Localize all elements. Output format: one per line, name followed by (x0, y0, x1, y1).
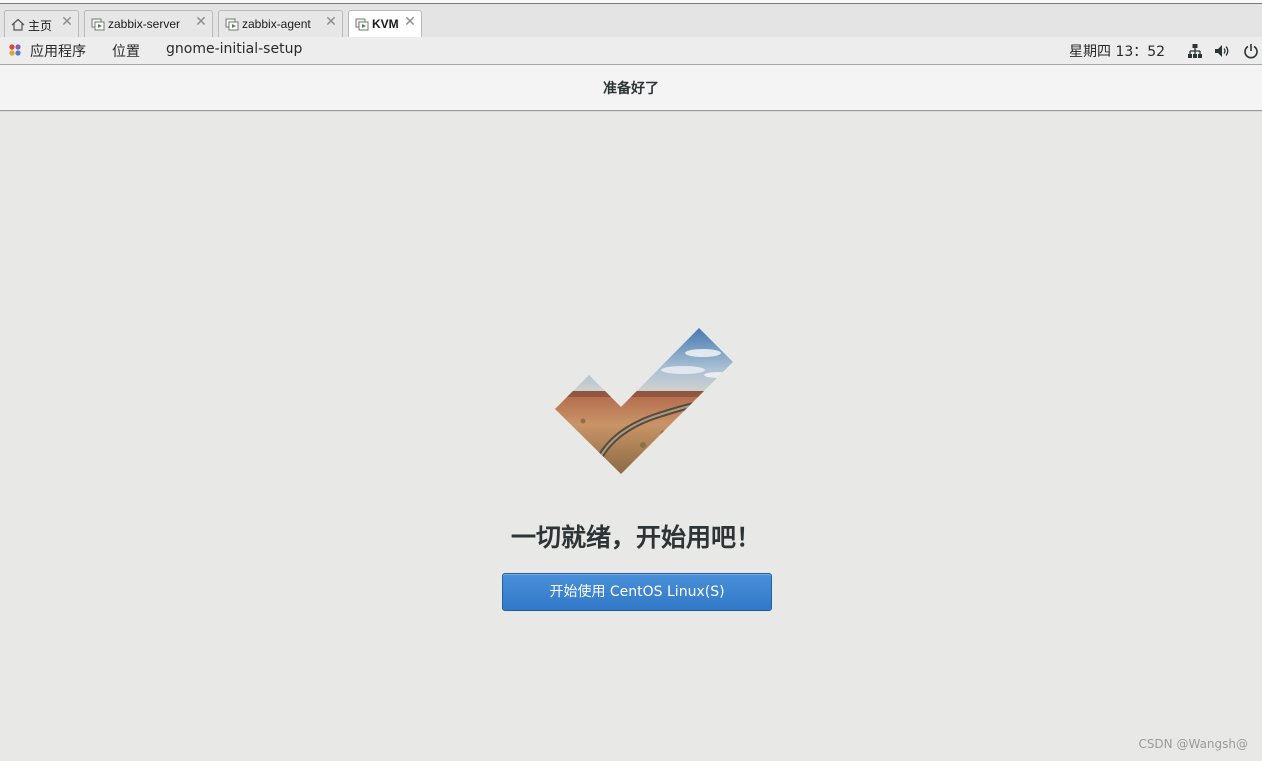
tab-zabbix-server[interactable]: zabbix-server ✕ (84, 10, 213, 37)
vm-icon (225, 18, 239, 31)
close-icon[interactable]: ✕ (324, 14, 338, 30)
tab-label: zabbix-agent (242, 17, 311, 31)
tab-label: 主页 (28, 19, 53, 33)
places-menu[interactable]: 位置 (112, 41, 140, 61)
close-icon[interactable]: ✕ (194, 14, 208, 30)
gnome-foot-icon (9, 44, 21, 56)
tab-home[interactable]: 主页 ✕ (4, 10, 79, 37)
start-using-button[interactable]: 开始使用 CentOS Linux(S) (502, 573, 772, 611)
volume-icon[interactable] (1214, 43, 1230, 59)
power-icon[interactable] (1243, 43, 1259, 59)
tab-label: KVM (372, 17, 399, 31)
close-icon[interactable]: ✕ (403, 14, 417, 30)
tab-kvm[interactable]: KVM ✕ (348, 10, 422, 37)
tab-label: zabbix-server (108, 17, 181, 31)
network-icon[interactable] (1187, 43, 1203, 59)
app-menu[interactable]: gnome-initial-setup (166, 41, 302, 57)
vm-icon (355, 18, 369, 31)
applications-menu[interactable]: 应用程序 (30, 41, 86, 61)
ready-headline: 一切就绪，开始用吧！ (510, 523, 761, 552)
close-icon[interactable]: ✕ (60, 14, 74, 30)
home-icon (11, 18, 25, 31)
vm-tab-strip: 主页 ✕ zabbix-server ✕ zabbix-agent ✕ KVM … (0, 4, 1262, 37)
header-bar: 准备好了 (0, 65, 1262, 111)
gnome-top-bar: 应用程序 位置 gnome-initial-setup 星期四 13：52 (0, 37, 1262, 65)
clock[interactable]: 星期四 13：52 (1069, 41, 1165, 61)
watermark: CSDN @Wangsh@ (1138, 737, 1248, 751)
vm-icon (91, 18, 105, 31)
tab-zabbix-agent[interactable]: zabbix-agent ✕ (218, 10, 343, 37)
page-title: 准备好了 (603, 81, 659, 97)
ready-checkmark-icon (555, 328, 733, 474)
